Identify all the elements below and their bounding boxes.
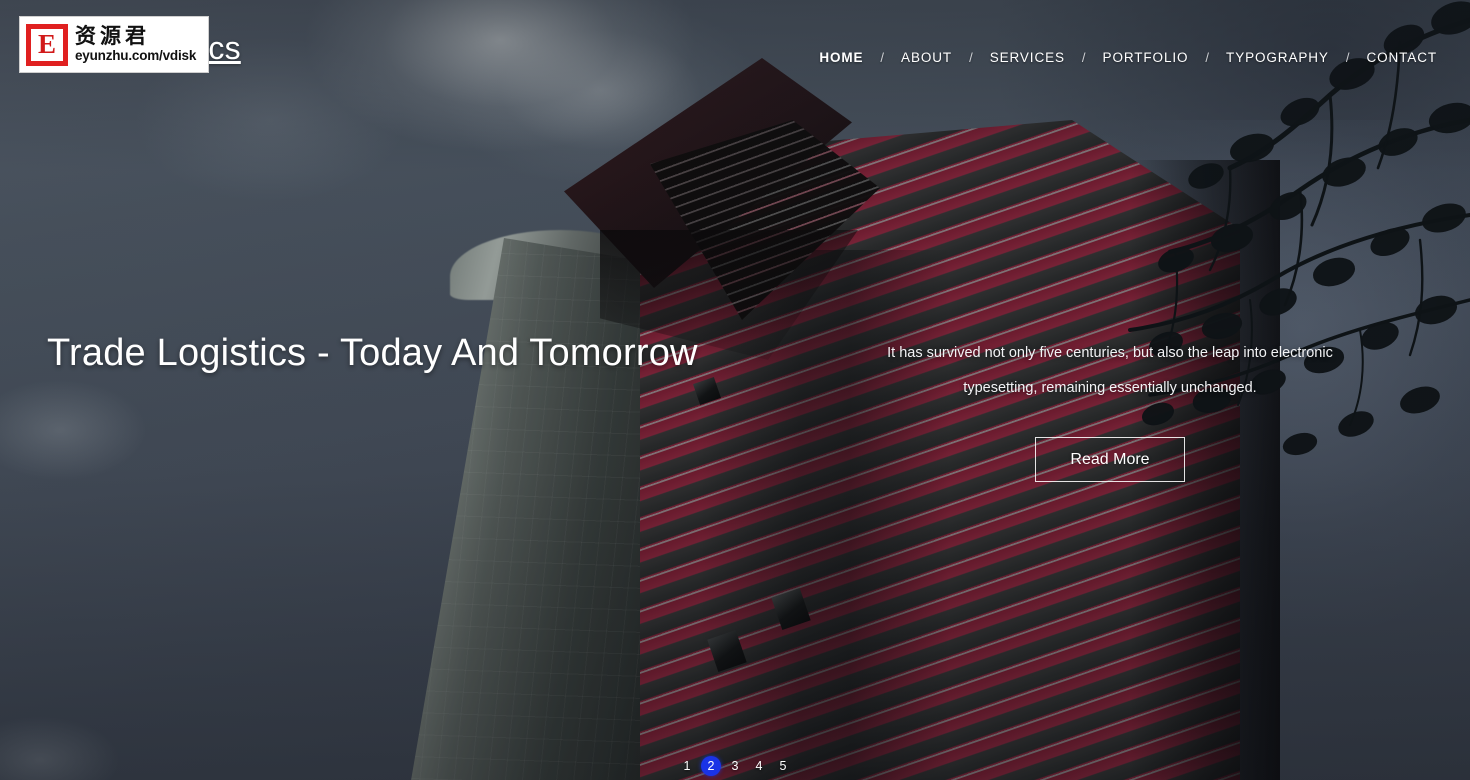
watermark-text: 资源君 eyunzhu.com/vdisk [75,26,196,63]
main-navigation: HOME / ABOUT / SERVICES / PORTFOLIO / TY… [810,50,1446,65]
nav-separator: / [1081,50,1086,65]
pagination-dot-5[interactable]: 5 [773,756,793,776]
slider-pagination: 1 2 3 4 5 [0,752,1470,780]
watermark-url: eyunzhu.com/vdisk [75,48,197,64]
nav-separator: / [880,50,885,65]
hero-description: It has survived not only five centuries,… [887,345,1333,396]
nav-separator: / [969,50,973,65]
pagination-dot-4[interactable]: 4 [749,756,769,776]
pagination-dot-2[interactable]: 2 [701,756,721,776]
nav-separator: / [1205,50,1210,65]
nav-item-services[interactable]: SERVICES [981,50,1074,65]
hero-title-block: Trade Logistics - Today And Tomorrow [47,330,707,378]
nav-item-portfolio[interactable]: PORTFOLIO [1094,50,1198,65]
site-header: Trade Logistics E 资源君 eyunzhu.com/vdisk … [0,0,1470,92]
nav-separator: / [1345,50,1350,65]
hero-title: Trade Logistics - Today And Tomorrow [47,332,698,374]
hero-slider: Trade Logistics E 资源君 eyunzhu.com/vdisk … [0,0,1470,780]
pagination-dot-1[interactable]: 1 [677,756,697,776]
pagination-dot-3[interactable]: 3 [725,756,745,776]
nav-item-typography[interactable]: TYPOGRAPHY [1217,50,1338,65]
hero-text-block: It has survived not only five centuries,… [850,336,1370,482]
watermark-cn-text: 资源君 [75,24,150,49]
nav-item-home[interactable]: HOME [810,50,872,65]
read-more-button[interactable]: Read More [1035,436,1185,482]
watermark-logo-icon: E [26,23,68,66]
nav-item-about[interactable]: ABOUT [892,50,961,65]
nav-item-contact[interactable]: CONTACT [1357,50,1446,65]
watermark-logo-letter: E [31,28,63,61]
watermark-badge: E 资源君 eyunzhu.com/vdisk [19,16,209,73]
